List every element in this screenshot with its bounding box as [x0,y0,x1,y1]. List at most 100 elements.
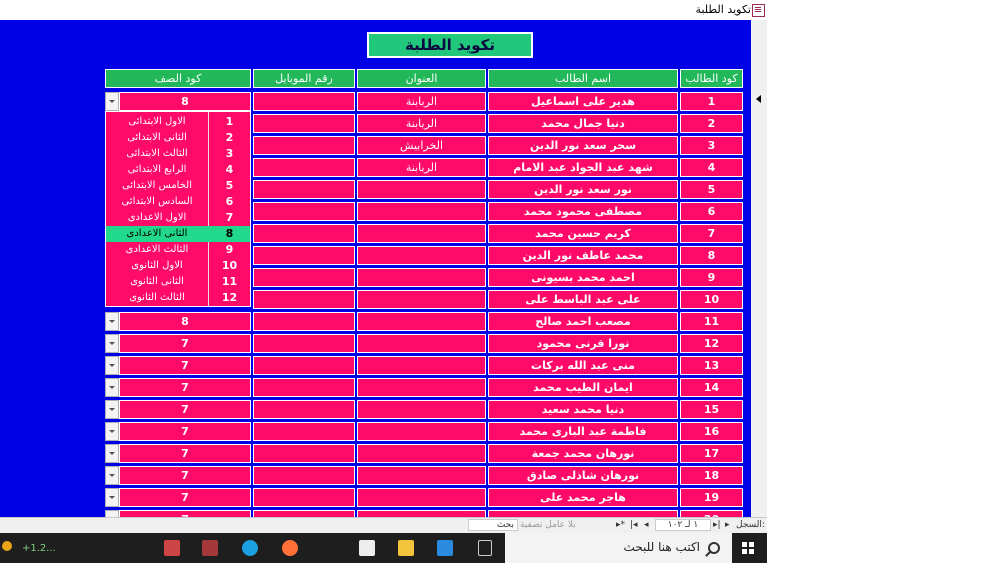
combo-dropdown-button[interactable] [105,422,119,441]
student-code-cell[interactable]: 10 [680,290,743,309]
address-cell[interactable] [357,290,486,309]
address-cell[interactable] [357,378,486,397]
student-name-cell[interactable]: نورهان محمد جمعة [488,444,678,463]
prev-record-icon[interactable]: ◂ [644,520,649,530]
mobile-cell[interactable] [253,180,355,199]
student-code-cell[interactable]: 5 [680,180,743,199]
student-code-cell[interactable]: 11 [680,312,743,331]
dropdown-item[interactable]: الثانى الابتدائى 2 [106,130,250,146]
combo-dropdown-button[interactable] [105,466,119,485]
student-code-cell[interactable]: 19 [680,488,743,507]
student-code-cell[interactable]: 17 [680,444,743,463]
address-cell[interactable] [357,312,486,331]
address-cell[interactable] [357,400,486,419]
student-code-cell[interactable]: 7 [680,224,743,243]
mobile-cell[interactable] [253,290,355,309]
taskbar-search[interactable]: اكتب هنا للبحث [505,533,732,563]
mobile-cell[interactable] [253,246,355,265]
class-code-combo[interactable]: 7 [119,510,251,517]
student-code-cell[interactable]: 12 [680,334,743,353]
student-name-cell[interactable]: كريم حسين محمد [488,224,678,243]
combo-dropdown-button[interactable] [105,378,119,397]
first-record-icon[interactable]: |◂ [630,520,638,530]
student-name-cell[interactable]: دنيا محمد سعيد [488,400,678,419]
dropdown-item[interactable]: الثالث الثانوى 12 [106,290,250,306]
combo-dropdown-button[interactable] [105,92,119,111]
dropdown-item[interactable]: الاول الابتدائى 1 [106,114,250,130]
dropdown-item[interactable]: الثالث الاعدادى 9 [106,242,250,258]
dropdown-item[interactable]: الثانى الثانوى 11 [106,274,250,290]
address-cell[interactable] [357,180,486,199]
address-cell[interactable] [357,268,486,287]
mobile-cell[interactable] [253,422,355,441]
combo-dropdown-button[interactable] [105,312,119,331]
address-cell[interactable] [357,202,486,221]
student-name-cell[interactable]: محمد عاطف نور الدين [488,246,678,265]
class-code-combo[interactable]: 7 [119,356,251,375]
student-name-cell[interactable]: نورهان شاذلى صادق [488,466,678,485]
next-record-icon[interactable]: ▸ [725,520,730,530]
firefox-icon[interactable] [282,540,298,556]
address-cell[interactable]: الخرابيش [357,136,486,155]
record-number[interactable]: ١ لـ ١٠٢ [655,519,711,531]
dropdown-item[interactable]: الاول الثانوى 10 [106,258,250,274]
student-code-cell[interactable]: 2 [680,114,743,133]
paint-icon[interactable] [164,540,180,556]
mobile-cell[interactable] [253,312,355,331]
mobile-cell[interactable] [253,92,355,111]
weather-icon[interactable] [2,541,12,551]
mobile-cell[interactable] [253,444,355,463]
combo-dropdown-button[interactable] [105,488,119,507]
file-explorer-icon[interactable] [398,540,414,556]
mobile-cell[interactable] [253,136,355,155]
task-view-icon[interactable] [478,540,492,556]
record-selector-bar[interactable] [751,20,767,517]
mobile-cell[interactable] [253,202,355,221]
student-name-cell[interactable] [488,510,678,517]
student-code-cell[interactable]: 20 [680,510,743,517]
dropdown-item[interactable]: الرابع الابتدائى 4 [106,162,250,178]
class-code-combo[interactable]: 7 [119,378,251,397]
address-cell[interactable] [357,422,486,441]
mobile-cell[interactable] [253,378,355,397]
weather-text[interactable]: +1.2... [22,543,56,554]
address-cell[interactable]: الربابنة [357,92,486,111]
mobile-cell[interactable] [253,356,355,375]
student-name-cell[interactable]: فاطمة عبد البارى محمد [488,422,678,441]
student-code-cell[interactable]: 3 [680,136,743,155]
student-code-cell[interactable]: 1 [680,92,743,111]
student-code-cell[interactable]: 6 [680,202,743,221]
class-code-combo[interactable]: 7 [119,444,251,463]
student-name-cell[interactable]: مصطفى محمود محمد [488,202,678,221]
class-code-combo[interactable]: 7 [119,466,251,485]
address-cell[interactable] [357,334,486,353]
mobile-cell[interactable] [253,268,355,287]
class-code-combo[interactable]: 7 [119,400,251,419]
student-name-cell[interactable]: دنيا جمال محمد [488,114,678,133]
student-code-cell[interactable]: 15 [680,400,743,419]
mobile-cell[interactable] [253,488,355,507]
student-code-cell[interactable]: 4 [680,158,743,177]
address-cell[interactable]: الربابنة [357,158,486,177]
student-code-cell[interactable]: 8 [680,246,743,265]
combo-dropdown-button[interactable] [105,510,119,517]
class-code-combo[interactable]: 7 [119,488,251,507]
student-name-cell[interactable]: ايمان الطيب محمد [488,378,678,397]
combo-dropdown-button[interactable] [105,400,119,419]
student-name-cell[interactable]: هاجر محمد على [488,488,678,507]
combo-dropdown-button[interactable] [105,356,119,375]
student-name-cell[interactable]: مصعب احمد صالح [488,312,678,331]
student-name-cell[interactable]: نورا قرنى محمود [488,334,678,353]
mail-icon[interactable] [437,540,453,556]
edge-icon[interactable] [242,540,258,556]
student-name-cell[interactable]: منى عبد الله بركات [488,356,678,375]
combo-dropdown-button[interactable] [105,334,119,353]
windows-start-icon[interactable] [742,542,754,554]
dropdown-item[interactable]: الاول الاعدادى 7 [106,210,250,226]
access-icon[interactable] [202,540,218,556]
dropdown-item[interactable]: الخامس الابتدائى 5 [106,178,250,194]
last-record-icon[interactable]: ▸| [713,520,721,530]
address-cell[interactable] [357,246,486,265]
student-code-cell[interactable]: 16 [680,422,743,441]
address-cell[interactable] [357,488,486,507]
